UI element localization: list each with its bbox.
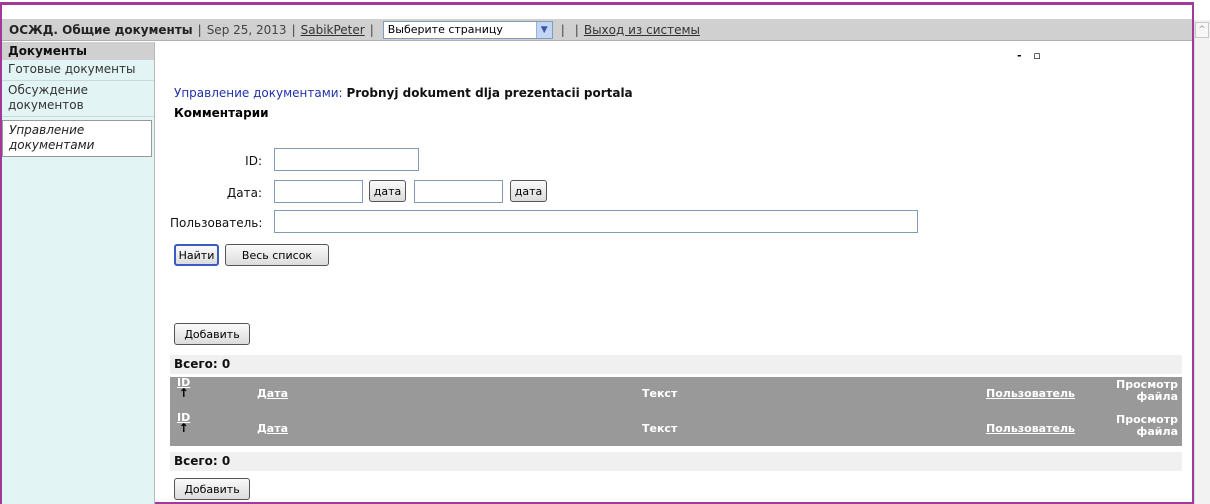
sidebar-item-document-discussion[interactable]: Обсуждение документов (2, 81, 154, 117)
section-title: Комментарии (174, 106, 269, 120)
id-label: ID: (245, 154, 262, 168)
separator: | (574, 22, 579, 37)
date-from-input[interactable] (274, 180, 363, 203)
page-select[interactable]: Выберите страницу ▼ (382, 20, 553, 39)
total-count-top: Всего: 0 (170, 355, 1182, 374)
separator: | (560, 22, 565, 37)
find-button[interactable]: Найти (174, 244, 219, 266)
scroll-up-icon[interactable]: ^ (1195, 22, 1209, 38)
date-from-button[interactable]: дата (369, 180, 406, 202)
column-date[interactable]: Дата (257, 387, 288, 400)
column-user[interactable]: Пользователь (986, 387, 1075, 400)
separator: | (369, 22, 374, 37)
column-user-link[interactable]: Пользователь (986, 387, 1075, 400)
separator: | (197, 22, 202, 37)
column-id[interactable]: ID ↑ (177, 412, 190, 434)
document-title: Probnyj dokument dlja prezentacii portal… (346, 86, 633, 100)
logout-link[interactable]: Выход из системы (584, 23, 700, 37)
page-select-value: Выберите страницу (387, 22, 503, 36)
sidebar: Документы Готовые документы Обсуждение д… (2, 42, 155, 504)
user-input[interactable] (274, 210, 918, 233)
sidebar-item-document-management[interactable]: Управление документами (2, 120, 152, 157)
chevron-down-icon[interactable]: ▼ (535, 21, 552, 38)
date-label: Дата: (226, 186, 262, 200)
window-controls[interactable]: - ▫ (1017, 49, 1045, 62)
sidebar-heading: Документы (2, 42, 154, 60)
column-id[interactable]: ID ↑ (177, 377, 190, 399)
date-to-button[interactable]: дата (510, 180, 547, 202)
full-list-button[interactable]: Весь список (225, 244, 329, 266)
breadcrumb-link[interactable]: Управление документами: (174, 86, 343, 100)
breadcrumb: Управление документами: Probnyj dokument… (174, 86, 633, 100)
column-file-view: Просмотр файла (1116, 413, 1178, 438)
add-button-top[interactable]: Добавить (174, 323, 250, 345)
sort-arrow-icon[interactable]: ↑ (177, 387, 190, 399)
sort-arrow-icon[interactable]: ↑ (177, 422, 190, 434)
table-footer-row: ID ↑ Дата Текст Пользователь Просмотр фа… (170, 412, 1182, 446)
total-count-bottom: Всего: 0 (170, 452, 1182, 471)
sidebar-item-ready-documents[interactable]: Готовые документы (2, 60, 154, 81)
column-date-link[interactable]: Дата (257, 422, 288, 435)
date-to-input[interactable] (414, 180, 503, 203)
vertical-scrollbar[interactable] (1194, 20, 1210, 504)
column-text: Текст (642, 422, 678, 435)
column-user[interactable]: Пользователь (986, 422, 1075, 435)
add-button-bottom[interactable]: Добавить (174, 478, 250, 500)
user-label: Пользователь: (170, 216, 263, 230)
column-file-view: Просмотр файла (1116, 378, 1178, 403)
current-date: Sep 25, 2013 (206, 22, 287, 37)
id-input[interactable] (274, 148, 419, 171)
comments-table: ID ↑ Дата Текст Пользователь Просмотр фа… (170, 377, 1182, 446)
user-link[interactable]: SabikPeter (301, 23, 365, 37)
column-user-link[interactable]: Пользователь (986, 422, 1075, 435)
column-text: Текст (642, 387, 678, 400)
app-title: ОСЖД. Общие документы (9, 22, 193, 37)
separator: | (291, 22, 296, 37)
column-date-link[interactable]: Дата (257, 387, 288, 400)
table-header-row: ID ↑ Дата Текст Пользователь Просмотр фа… (170, 377, 1182, 411)
header-bar: ОСЖД. Общие документы | Sep 25, 2013 | S… (2, 19, 1192, 41)
column-date[interactable]: Дата (257, 422, 288, 435)
